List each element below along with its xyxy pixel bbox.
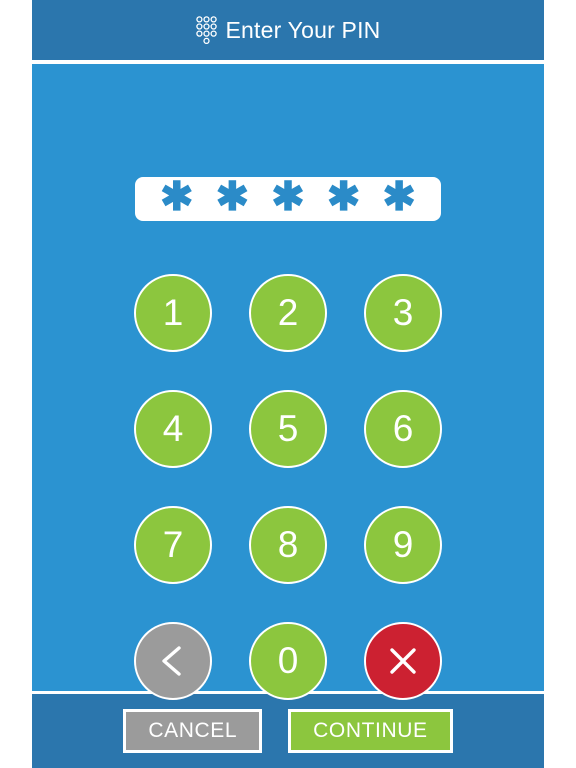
key-label: 3 — [392, 291, 414, 333]
pin-dot: ✱ — [382, 175, 416, 219]
pin-dot: ✱ — [215, 175, 250, 219]
keypad-row: 1 2 3 — [32, 274, 544, 352]
key-label: 7 — [162, 523, 184, 565]
numeric-keypad: 1 2 3 4 5 6 7 8 9 0 — [32, 274, 544, 700]
key-2[interactable]: 2 — [249, 274, 327, 352]
key-3[interactable]: 3 — [364, 274, 442, 352]
key-6[interactable]: 6 — [364, 390, 442, 468]
keypad-body: ✱ ✱ ✱ ✱ ✱ 1 2 3 4 5 6 7 8 9 0 — [32, 64, 544, 700]
key-8[interactable]: 8 — [249, 506, 327, 584]
key-5[interactable]: 5 — [249, 390, 327, 468]
key-label: 2 — [277, 291, 299, 333]
key-0[interactable]: 0 — [249, 622, 327, 700]
key-label: 4 — [162, 407, 184, 449]
keypad-row: 0 — [32, 622, 544, 700]
key-1[interactable]: 1 — [134, 274, 212, 352]
key-clear[interactable] — [364, 622, 442, 700]
key-7[interactable]: 7 — [134, 506, 212, 584]
chevron-left-icon — [157, 644, 189, 678]
key-label: 1 — [162, 291, 184, 333]
key-label: 8 — [277, 523, 299, 565]
dialpad-icon — [195, 15, 217, 45]
pin-display-field[interactable]: ✱ ✱ ✱ ✱ ✱ — [135, 177, 441, 221]
keypad-row: 7 8 9 — [32, 506, 544, 584]
footer-bar: CANCEL CONTINUE — [32, 694, 544, 768]
close-x-icon — [386, 644, 420, 678]
pin-entry-screen: Enter Your PIN ✱ ✱ ✱ ✱ ✱ 1 2 3 4 5 6 7 8… — [32, 0, 544, 768]
pin-dot: ✱ — [160, 175, 194, 219]
cancel-button[interactable]: CANCEL — [123, 709, 263, 753]
continue-button[interactable]: CONTINUE — [288, 709, 453, 753]
continue-button-label: CONTINUE — [313, 719, 428, 742]
pin-dot: ✱ — [326, 175, 361, 219]
key-label: 0 — [277, 639, 299, 681]
pin-dot: ✱ — [271, 175, 305, 219]
key-label: 6 — [392, 407, 414, 449]
key-backspace[interactable] — [134, 622, 212, 700]
keypad-row: 4 5 6 — [32, 390, 544, 468]
key-label: 9 — [392, 523, 414, 565]
key-4[interactable]: 4 — [134, 390, 212, 468]
page-title: Enter Your PIN — [225, 16, 381, 43]
header-bar: Enter Your PIN — [32, 0, 544, 60]
key-label: 5 — [277, 407, 299, 449]
key-9[interactable]: 9 — [364, 506, 442, 584]
cancel-button-label: CANCEL — [148, 719, 238, 742]
